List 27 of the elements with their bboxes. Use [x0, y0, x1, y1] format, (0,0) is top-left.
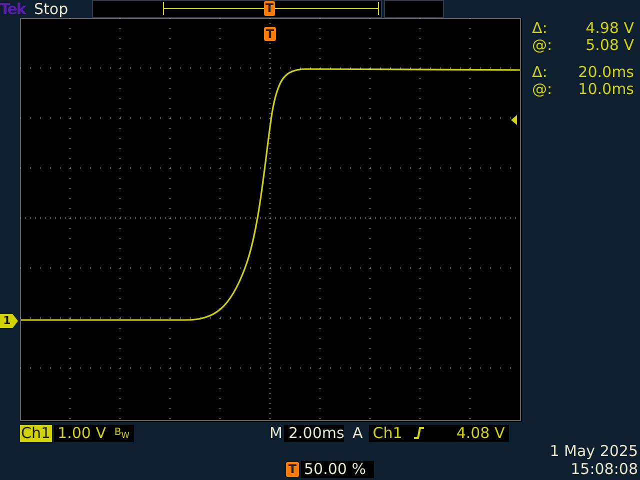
cursor-symbol: @: [532, 37, 554, 54]
trigger-level-icon [511, 115, 517, 125]
trigger-source: Ch1 [372, 424, 402, 442]
timebase-label: M [270, 424, 282, 442]
trigger-level: 4.08 V [456, 424, 505, 442]
cursor-symbol: Δ: [532, 20, 548, 37]
cursor-value: 5.08 V [584, 37, 634, 54]
channel-label[interactable]: Ch1 [20, 424, 52, 442]
trigger-position-marker: T [264, 1, 275, 16]
trigger-position-icon: T [286, 462, 299, 477]
trigger-position-readout: 50.00 % [301, 461, 374, 478]
channel-ground-marker[interactable]: 1 [0, 314, 18, 328]
trigger-position-marker[interactable]: T [264, 27, 276, 41]
rising-edge-icon [414, 427, 424, 439]
cursor-value: 20.0ms [577, 64, 634, 81]
acquisition-status: Stop [34, 1, 70, 17]
brand-logo: Tek [0, 1, 28, 17]
bandwidth-limit-indicator: B$_{W}$ [114, 426, 130, 440]
cursor-value: 4.98 V [584, 20, 634, 37]
trigger-mode: A [352, 424, 363, 442]
time-readout: 15:08:08 [570, 460, 638, 478]
timebase-value: 2.00ms [288, 424, 344, 442]
cursor-symbol: Δ: [532, 64, 548, 81]
date-readout: 1 May 2025 [550, 442, 638, 460]
cursor-value: 10.0ms [577, 81, 634, 98]
vertical-scale: 1.00 V [58, 424, 106, 442]
cursor-symbol: @: [532, 81, 554, 98]
